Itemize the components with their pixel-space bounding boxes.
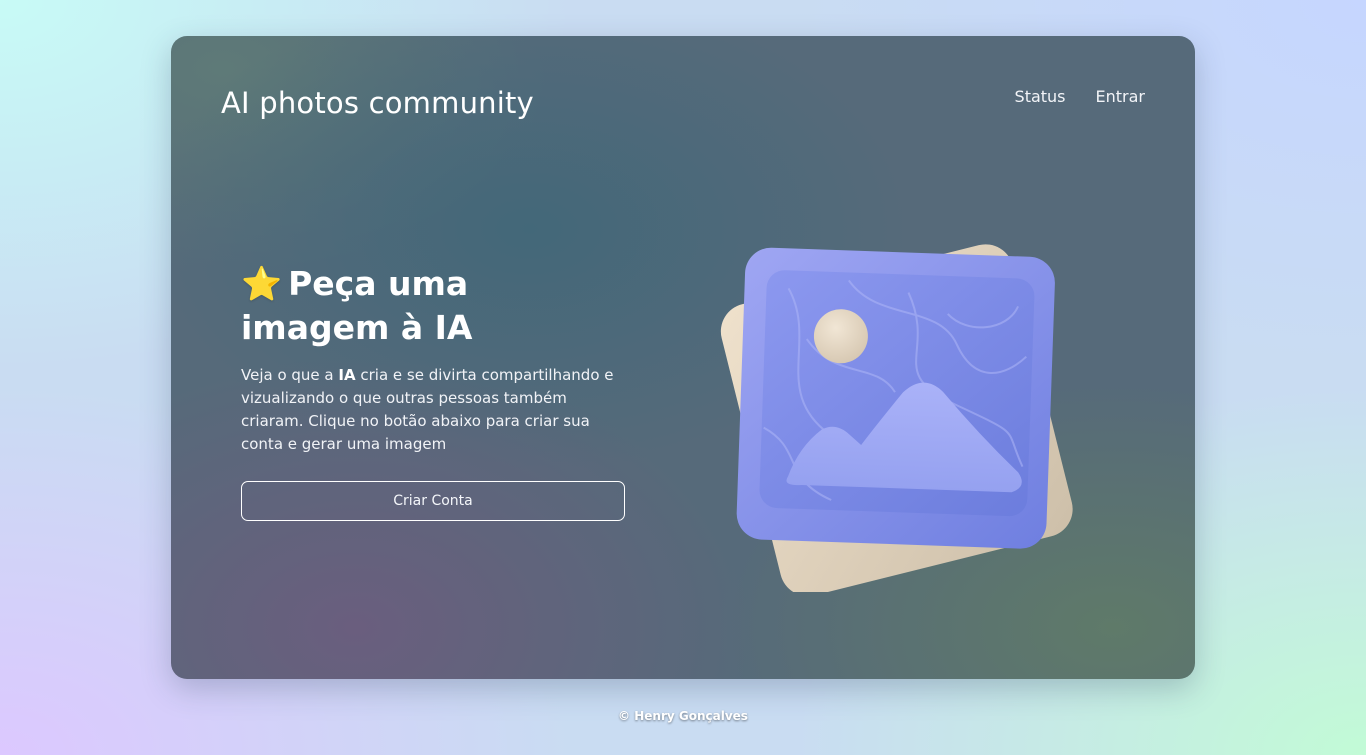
hero-description: Veja o que a IA cria e se divirta compar…	[241, 364, 625, 456]
footer-copyright: © Henry Gonçalves	[618, 709, 748, 723]
hero-description-part: Veja o que a	[241, 366, 339, 384]
main-card: AI photos community Status Entrar ⭐ Peça …	[171, 36, 1195, 679]
create-account-button[interactable]: Criar Conta	[241, 481, 625, 521]
hero-section: ⭐ Peça uma imagem à IA Veja o que a IA cr…	[241, 262, 625, 456]
nav-link-status[interactable]: Status	[1015, 87, 1066, 106]
hero-title: ⭐ Peça uma imagem à IA	[241, 262, 625, 350]
top-nav: Status Entrar	[1015, 87, 1145, 106]
image-gallery-icon	[720, 244, 1073, 592]
nav-link-entrar[interactable]: Entrar	[1096, 87, 1145, 106]
hero-description-emphasis: IA	[338, 366, 356, 384]
star-icon: ⭐	[241, 264, 283, 303]
brand-title: AI photos community	[221, 86, 534, 120]
